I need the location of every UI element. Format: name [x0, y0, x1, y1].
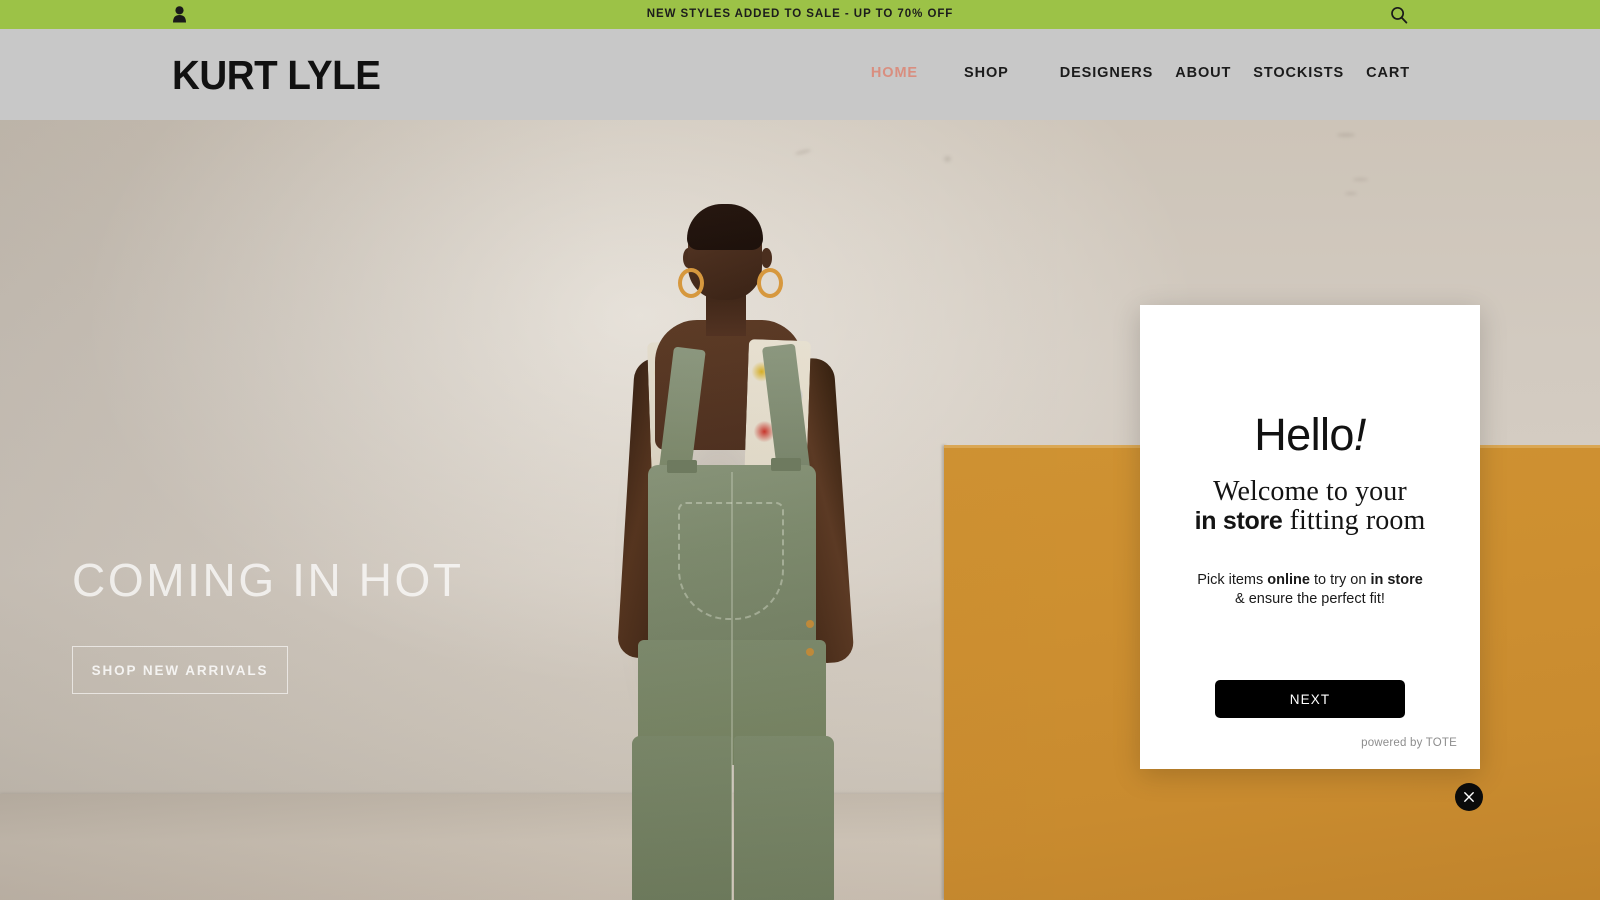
hoop-earring-left	[678, 268, 704, 298]
modal-sub-bold-instore: in store	[1370, 572, 1423, 588]
modal-welcome-bold: in store	[1194, 507, 1283, 535]
modal-welcome-line2: fitting room	[1282, 505, 1426, 536]
hoop-earring-right	[757, 268, 783, 298]
modal-heading-text: Hello	[1254, 409, 1354, 460]
modal-sub-bold-online: online	[1267, 572, 1310, 588]
search-icon[interactable]	[1387, 3, 1410, 26]
overall-seam	[731, 472, 733, 900]
model-hair	[687, 204, 763, 250]
modal-subtext: Pick items online to try on in store & e…	[1140, 571, 1480, 609]
nav-item-about[interactable]: ABOUT	[1175, 65, 1231, 81]
tote-fitting-room-modal: Hello! Welcome to your in store fitting …	[1140, 305, 1480, 769]
nav-item-cart[interactable]: CART	[1366, 65, 1410, 81]
announcement-text: NEW STYLES ADDED TO SALE - UP TO 70% OFF	[646, 8, 954, 20]
shop-new-arrivals-button[interactable]: SHOP NEW ARRIVALS	[72, 646, 288, 694]
overall-leg-left	[632, 736, 732, 900]
overall-leg-right	[734, 736, 834, 900]
site-header: KURT LYLE HOME SHOP DESIGNERS ABOUT STOC…	[0, 29, 1600, 120]
announcement-bar: NEW STYLES ADDED TO SALE - UP TO 70% OFF	[0, 0, 1600, 29]
brand-logo[interactable]: KURT LYLE	[172, 51, 381, 99]
modal-heading-mark: !	[1353, 409, 1367, 460]
modal-sub-line2: & ensure the perfect fit!	[1235, 591, 1385, 607]
nav-item-designers[interactable]: DESIGNERS	[1060, 65, 1154, 81]
next-button[interactable]: NEXT	[1215, 680, 1405, 718]
overall-button	[806, 620, 814, 628]
modal-heading: Hello!	[1140, 409, 1480, 461]
modal-welcome-line1: Welcome to your	[1213, 476, 1407, 507]
close-modal-button[interactable]	[1455, 783, 1483, 811]
overall-buckle-left	[667, 460, 697, 473]
modal-welcome: Welcome to your in store fitting room	[1140, 477, 1480, 536]
overall-button	[806, 648, 814, 656]
page-root: NEW STYLES ADDED TO SALE - UP TO 70% OFF…	[0, 0, 1600, 900]
nav-item-home[interactable]: HOME	[871, 65, 918, 81]
hero-copy: COMING IN HOT SHOP NEW ARRIVALS	[72, 552, 464, 694]
hero-title: COMING IN HOT	[72, 554, 464, 606]
powered-by-label: powered by TOTE	[1361, 737, 1457, 749]
close-x-icon	[1464, 792, 1474, 802]
model-ear-right	[761, 248, 772, 268]
nav-item-shop[interactable]: SHOP	[964, 65, 1009, 81]
overall-buckle-right	[771, 458, 801, 471]
main-navigation: HOME SHOP DESIGNERS ABOUT STOCKISTS CART	[871, 65, 1410, 81]
modal-content: Hello! Welcome to your in store fitting …	[1140, 305, 1480, 769]
modal-sub-prefix: Pick items	[1197, 572, 1268, 588]
nav-item-stockists[interactable]: STOCKISTS	[1253, 65, 1344, 81]
modal-sub-mid: to try on	[1309, 572, 1371, 588]
